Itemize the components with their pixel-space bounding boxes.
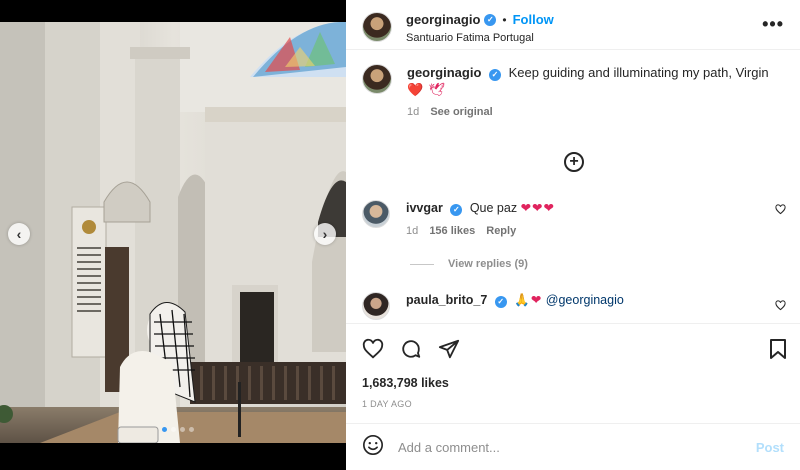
see-original-button[interactable]: See original [430,106,492,118]
comment-likes[interactable]: 156 likes [429,225,475,237]
divider-line [410,263,434,265]
carousel-indicator [162,427,194,432]
header-text: georginagio ✓ • Follow Santuario Fatima … [406,12,554,44]
bookmark-icon[interactable] [768,338,788,365]
church-interior-image [0,22,346,443]
post-header: georginagio ✓ • Follow Santuario Fatima … [346,0,800,50]
comment-emoji: 🙏❤ [514,293,543,307]
post-author-username[interactable]: georginagio [406,12,480,27]
post-location[interactable]: Santuario Fatima Portugal [406,32,554,44]
carousel-dot [189,427,194,432]
carousel-prev-button[interactable]: ‹ [8,223,30,245]
post-date: 1 DAY AGO [362,399,412,409]
caption-author-username[interactable]: georginagio [407,65,481,80]
carousel-next-button[interactable]: › [314,223,336,245]
chevron-left-icon: ‹ [16,226,22,242]
add-comment-bar: Post [346,423,800,470]
comment-emoji: ❤❤❤ [520,201,555,215]
load-more-comments-icon[interactable]: + [564,152,584,172]
separator-dot: • [502,12,507,27]
comment-like-heart-icon[interactable] [775,204,786,218]
carousel-dot [180,427,185,432]
verified-badge-icon: ✓ [484,13,497,26]
share-icon[interactable] [438,338,460,360]
comment-like-heart-icon[interactable] [775,300,786,314]
view-replies-label: View replies (9) [448,258,528,270]
more-options-icon[interactable]: ••• [762,14,784,35]
post-comment-button[interactable]: Post [756,440,784,455]
comment-input[interactable] [398,439,728,455]
post-actions: 1,683,798 likes 1 DAY AGO [346,323,800,423]
verified-badge-icon: ✓ [494,295,507,308]
caption-time: 1d [407,106,420,118]
caption-text: Keep guiding and illuminating my path, V… [508,65,769,80]
avatar[interactable] [362,292,390,320]
comment-time: 1d [406,225,419,237]
comment-item: ivvgar ✓ Que paz ❤❤❤ 1d 156 likes Reply [362,200,792,240]
heart-icon[interactable] [362,338,384,360]
comment-mention-link[interactable]: @georginagio [546,293,624,307]
emoji-icon[interactable] [362,434,384,461]
view-replies-button[interactable]: View replies (9) [410,258,528,270]
comment-item: paula_brito_7 ✓ 🙏❤ @georginagio [362,292,792,320]
avatar[interactable] [362,64,392,94]
comment-icon[interactable] [400,338,422,360]
verified-badge-icon: ✓ [450,203,463,216]
carousel-dot [171,427,176,432]
comment-username[interactable]: ivvgar [406,201,443,215]
post-side-panel: georginagio ✓ • Follow Santuario Fatima … [346,0,800,470]
follow-button[interactable]: Follow [513,12,554,27]
avatar[interactable] [362,200,390,228]
likes-count[interactable]: 1,683,798 likes [362,376,449,390]
caption-emoji: ❤️ 🕊 [407,82,447,97]
avatar[interactable] [362,12,392,42]
post-media: ‹ › [0,0,346,470]
comment-username[interactable]: paula_brito_7 [406,293,487,307]
verified-badge-icon: ✓ [489,68,502,81]
post-photo [0,22,346,443]
comment-text: Que paz [469,201,518,215]
reply-button[interactable]: Reply [486,225,516,237]
carousel-dot-active [162,427,167,432]
chevron-right-icon: › [322,226,328,242]
